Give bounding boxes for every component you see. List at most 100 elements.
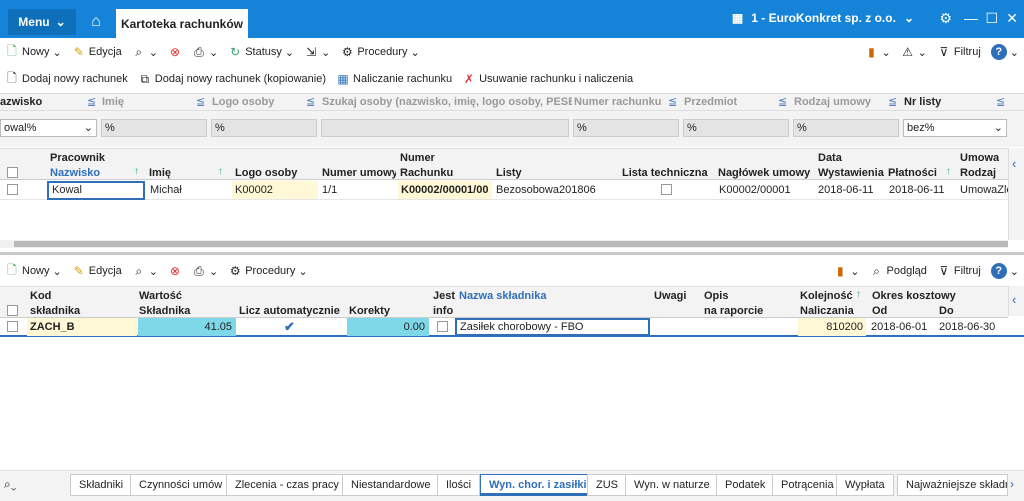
cell-wystawienia[interactable]: 2018-06-11 <box>815 181 885 199</box>
tab-skladniki[interactable]: Składniki <box>70 474 133 496</box>
dodaj-rachunek-button[interactable]: 🗋 Dodaj nowy rachunek <box>0 68 133 90</box>
cell-do[interactable]: 2018-06-30 <box>936 318 1006 336</box>
col-od[interactable]: Od <box>872 304 932 318</box>
usuwanie-button[interactable]: ✗ Usuwanie rachunku i naliczenia <box>457 68 638 90</box>
dodaj-kopiowanie-button[interactable]: ⧉ Dodaj nowy rachunek (kopiowanie) <box>133 68 331 90</box>
tab-wyplata[interactable]: Wypłata <box>836 474 894 496</box>
col-lista-techniczna[interactable]: Lista techniczna <box>622 166 714 180</box>
filter-numer-input[interactable]: % <box>573 119 679 137</box>
col-imie[interactable]: Imię <box>149 166 215 180</box>
col-naglowek[interactable]: Nagłówek umowy <box>718 166 814 180</box>
menu-button[interactable]: Menu ⌄ <box>8 9 76 35</box>
grid2-side-panel[interactable]: ‹ <box>1008 286 1024 316</box>
filter-rodzaj-input[interactable]: % <box>793 119 899 137</box>
filter-icon[interactable]: ≦ <box>196 94 205 112</box>
procedury-button[interactable]: ⚙ Procedury ⌄ <box>223 260 312 282</box>
print-button[interactable]: ⎙ ⌄ <box>187 260 223 282</box>
statusy-button[interactable]: ↻ Statusy ⌄ <box>223 41 299 63</box>
cell-nazwa-skladnika[interactable]: Zasiłek chorobowy - FBO <box>455 318 650 336</box>
cell-platnosci[interactable]: 2018-06-11 <box>886 181 956 199</box>
col-wartosc-skladnika[interactable]: Składnika <box>139 304 229 318</box>
procedury-button[interactable]: ⚙ Procedury ⌄ <box>335 41 424 63</box>
tab-wyn-chor[interactable]: Wyn. chor. i zasiłki <box>480 474 596 496</box>
filter-icon[interactable]: ≦ <box>87 94 96 112</box>
company-selector[interactable]: ▦ 1 - EuroKonkret sp. z o.o. ⌄ <box>732 11 914 25</box>
gear-icon[interactable]: ⚙ <box>939 10 952 27</box>
maximize-icon[interactable]: ☐ <box>985 10 998 27</box>
preview-button[interactable]: ⌕ ⌄ <box>127 41 163 63</box>
naliczanie-button[interactable]: ▦ Naliczanie rachunku <box>331 68 457 90</box>
row-checkbox[interactable] <box>7 184 18 195</box>
cell-od[interactable]: 2018-06-01 <box>868 318 934 336</box>
col-nazwisko[interactable]: Nazwisko <box>50 166 130 180</box>
col-nazwa-skladnika[interactable]: Nazwa składnika <box>459 289 639 303</box>
edycja-button[interactable]: ✎ Edycja <box>67 260 127 282</box>
help-button[interactable]: ? ⌄ <box>986 41 1024 63</box>
tab-ilosci[interactable]: Ilości <box>437 474 481 496</box>
export-button[interactable]: ⇲ ⌄ <box>299 41 335 63</box>
cell-naglowek[interactable]: K00002/00001 <box>716 181 814 199</box>
col-korekty[interactable]: Korekty <box>349 304 425 318</box>
horizontal-scrollbar[interactable] <box>0 240 1008 248</box>
col-rachunku[interactable]: Rachunku <box>400 166 490 180</box>
splitter[interactable] <box>0 252 1024 255</box>
cell-naliczania[interactable]: 810200 <box>798 318 866 336</box>
minimize-icon[interactable]: — <box>964 10 978 26</box>
table-row[interactable]: Kowal Michał K00002 1/1 K00002/00001/00 … <box>0 181 1008 200</box>
filter-icon[interactable]: ≦ <box>668 94 677 112</box>
checkmark-icon[interactable]: ✔ <box>284 319 295 335</box>
preview-button[interactable]: ⌕ ⌄ <box>127 260 163 282</box>
filter-icon[interactable]: ≦ <box>778 94 787 112</box>
grid1-side-panel[interactable]: ‹ <box>1008 148 1024 240</box>
filtruj-button[interactable]: ⊽ Filtruj <box>932 260 986 282</box>
table-row[interactable]: ZACH_B 41.05 ✔ 0.00 Zasiłek chorobowy - … <box>0 318 1024 337</box>
search-icon[interactable]: ⌕⌄ <box>4 477 16 492</box>
cell-kod[interactable]: ZACH_B <box>27 318 137 336</box>
select-all-checkbox[interactable] <box>7 167 18 178</box>
settings-warning-button[interactable]: ⚠ ⌄ <box>896 41 932 63</box>
tab-potracenia[interactable]: Potrącenia <box>772 474 843 496</box>
cell-imie[interactable]: Michał <box>147 181 231 199</box>
filter-nazwisko-select[interactable]: owal% ⌄ <box>0 119 97 137</box>
cell-korekty[interactable]: 0.00 <box>347 318 429 336</box>
edycja-button[interactable]: ✎ Edycja <box>67 41 127 63</box>
col-jest-info[interactable]: info <box>433 304 455 318</box>
col-do[interactable]: Do <box>939 304 999 318</box>
filtruj-button[interactable]: ⊽ Filtruj <box>932 41 986 63</box>
filter-icon[interactable]: ≦ <box>306 94 315 112</box>
cell-wartosc[interactable]: 41.05 <box>138 318 236 336</box>
tab-kartoteka[interactable]: Kartoteka rachunków <box>116 9 248 38</box>
col-listy[interactable]: Listy <box>496 166 616 180</box>
col-numer-umowy[interactable]: Numer umowy <box>322 166 396 180</box>
close-icon[interactable]: ✕ <box>1006 10 1018 27</box>
print-button[interactable]: ⎙ ⌄ <box>187 41 223 63</box>
home-icon[interactable]: ⌂ <box>84 10 108 34</box>
cell-numer-umowy[interactable]: 1/1 <box>319 181 397 199</box>
col-naliczania[interactable]: Naliczania <box>800 304 866 318</box>
col-licz-automatycznie[interactable]: Licz automatycznie <box>239 304 343 318</box>
podglad-button[interactable]: ⌕ Podgląd <box>865 260 932 282</box>
tab-podatek[interactable]: Podatek <box>716 474 775 496</box>
cell-logo[interactable]: K00002 <box>232 181 318 199</box>
col-rodzaj[interactable]: Rodzaj <box>960 166 1006 180</box>
col-kod-skladnika[interactable]: składnika <box>30 304 130 318</box>
cell-rachunku[interactable]: K00002/00001/00 <box>398 181 492 199</box>
tab-najwazniejsze[interactable]: Najważniejsze składn <box>897 474 1008 496</box>
col-platnosci[interactable]: Płatności <box>888 166 944 180</box>
filter-icon[interactable]: ≦ <box>888 94 897 112</box>
col-uwagi[interactable]: Uwagi <box>654 289 686 303</box>
cell-jest-info-checkbox[interactable] <box>437 321 448 332</box>
tab-wyn-w-naturze[interactable]: Wyn. w naturze <box>625 474 719 496</box>
chevron-right-icon[interactable]: › <box>1010 477 1014 491</box>
filter-nr-listy-select[interactable]: bez% ⌄ <box>903 119 1007 137</box>
filter-przedmiot-input[interactable]: % <box>683 119 789 137</box>
delete-button[interactable]: ⊗ <box>163 260 187 282</box>
select-all-checkbox[interactable] <box>7 305 18 316</box>
filter-szukaj-input[interactable] <box>321 119 569 137</box>
scrollbar-thumb[interactable] <box>14 241 1008 247</box>
chart-button[interactable]: ▮ ⌄ <box>859 41 895 63</box>
tab-zus[interactable]: ZUS <box>587 474 627 496</box>
tab-czynnosci-umow[interactable]: Czynności umów <box>130 474 232 496</box>
delete-button[interactable]: ⊗ <box>163 41 187 63</box>
cell-listy[interactable]: Bezosobowa201806 <box>493 181 619 199</box>
